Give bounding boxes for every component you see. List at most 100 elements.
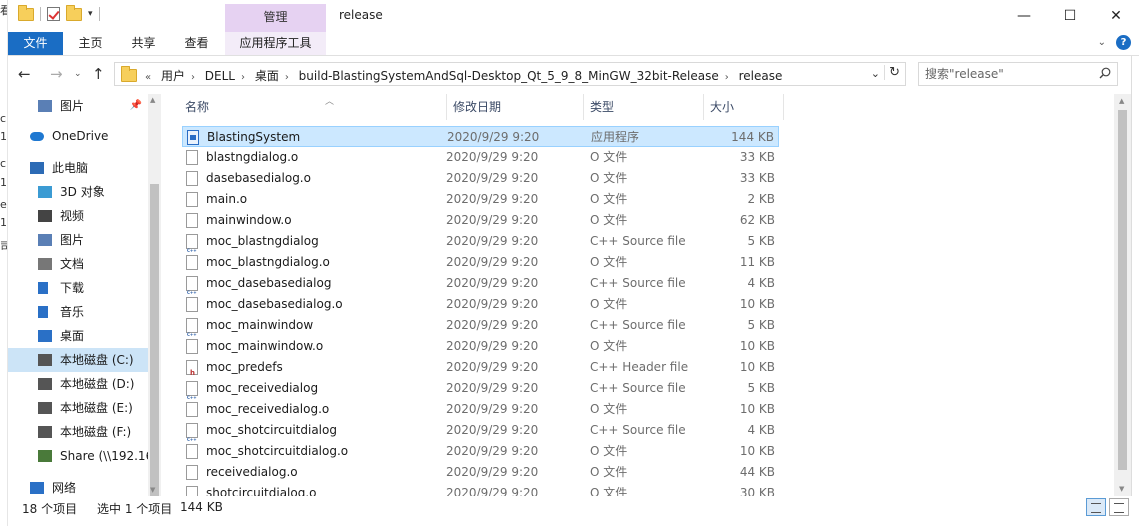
- file-type: O 文件: [590, 255, 628, 269]
- sidebar-item-label: OneDrive: [52, 129, 109, 143]
- sidebar-item[interactable]: 本地磁盘 (E:): [8, 396, 148, 420]
- tab-file[interactable]: 文件: [8, 32, 63, 55]
- file-row[interactable]: receivedialog.o 2020/9/29 9:20 O 文件 44 KB: [182, 462, 779, 483]
- minimize-button[interactable]: —: [1001, 0, 1047, 32]
- sidebar-item[interactable]: 本地磁盘 (C:): [8, 348, 148, 372]
- breadcrumb-desktop[interactable]: 桌面: [255, 69, 279, 83]
- sidebar-item[interactable]: 本地磁盘 (F:): [8, 420, 148, 444]
- breadcrumb-build-folder[interactable]: build-BlastingSystemAndSql-Desktop_Qt_5_…: [299, 69, 719, 83]
- expand-ribbon-icon[interactable]: ⌄: [1098, 37, 1106, 48]
- file-row[interactable]: moc_blastngdialog.o 2020/9/29 9:20 O 文件 11 …: [182, 252, 779, 273]
- file-type: O 文件: [590, 444, 628, 458]
- new-folder-icon[interactable]: [66, 4, 82, 21]
- sidebar-item[interactable]: 此电脑: [8, 156, 148, 180]
- sidebar-item-label: 本地磁盘 (E:): [60, 401, 133, 415]
- close-button[interactable]: ✕: [1093, 0, 1139, 32]
- file-row[interactable]: main.o 2020/9/29 9:20 O 文件 2 KB: [182, 189, 779, 210]
- file-row[interactable]: moc_predefs 2020/9/29 9:20 C++ Header file…: [182, 357, 779, 384]
- file-type: O 文件: [590, 192, 628, 206]
- sidebar-item[interactable]: Share (\\192.16: [8, 444, 148, 468]
- header-file-icon: [186, 360, 198, 384]
- ribbon-right-controls: ⌄ ?: [1098, 35, 1131, 50]
- sidebar-item[interactable]: 网络: [8, 476, 148, 496]
- file-row[interactable]: moc_shotcircuitdialog 2020/9/29 9:20 C++ S…: [182, 420, 779, 450]
- tab-application-tools[interactable]: 应用程序工具: [225, 32, 326, 55]
- folder-icon[interactable]: [18, 4, 34, 21]
- chevron-right-icon[interactable]: ›: [241, 72, 245, 83]
- column-header-date[interactable]: 修改日期: [446, 94, 586, 120]
- sidebar-item[interactable]: 图片: [8, 228, 148, 252]
- forward-arrow-icon[interactable]: →: [50, 65, 63, 83]
- file-name: main.o: [206, 192, 248, 206]
- sidebar-item[interactable]: 本地磁盘 (D:): [8, 372, 148, 396]
- maximize-button[interactable]: ☐: [1047, 0, 1093, 32]
- quick-access-toolbar: ▾: [18, 4, 100, 21]
- file-list: ︿ 名称 修改日期 类型 大小 BlastingSystem 2020/9/29 …: [161, 94, 1114, 496]
- file-row[interactable]: shotcircuitdialog.o 2020/9/29 9:20 O 文件 30 …: [182, 483, 779, 496]
- large-icons-view-icon[interactable]: [1109, 498, 1129, 516]
- file-size: 10 KB: [739, 402, 775, 416]
- file-row[interactable]: moc_blastngdialog 2020/9/29 9:20 C++ Sourc…: [182, 231, 779, 261]
- up-arrow-icon[interactable]: ↑: [92, 65, 105, 83]
- sidebar-item[interactable]: 音乐: [8, 300, 148, 324]
- file-row[interactable]: moc_shotcircuitdialog.o 2020/9/29 9:20 O 文…: [182, 441, 779, 462]
- column-header-size[interactable]: 大小: [703, 94, 783, 120]
- file-list-scrollbar[interactable]: ▲ ▼: [1114, 94, 1131, 496]
- navigation-scrollbar[interactable]: ▲ ▼: [148, 94, 161, 496]
- file-row[interactable]: moc_mainwindow 2020/9/29 9:20 C++ Source f…: [182, 315, 779, 345]
- file-row[interactable]: mainwindow.o 2020/9/29 9:20 O 文件 62 KB: [182, 210, 779, 231]
- breadcrumb-release[interactable]: release: [739, 69, 783, 83]
- sidebar-item[interactable]: OneDrive: [8, 124, 148, 148]
- scroll-down-icon[interactable]: ▼: [150, 486, 155, 494]
- tab-manage[interactable]: 管理: [225, 4, 326, 32]
- sidebar-item[interactable]: 视频: [8, 204, 148, 228]
- refresh-icon[interactable]: ↻: [884, 65, 900, 80]
- search-icon[interactable]: [1099, 67, 1111, 79]
- search-input[interactable]: [925, 64, 1095, 84]
- search-box: [918, 62, 1118, 86]
- chevron-right-icon[interactable]: ›: [191, 72, 195, 83]
- breadcrumb-overflow[interactable]: «: [145, 72, 151, 83]
- pin-icon[interactable]: 📌: [130, 94, 142, 118]
- cpp-file-icon: [186, 318, 198, 345]
- scrollbar-thumb[interactable]: [150, 184, 159, 496]
- back-arrow-icon[interactable]: ←: [18, 65, 31, 83]
- chevron-right-icon[interactable]: ›: [725, 72, 729, 83]
- tab-home[interactable]: 主页: [68, 32, 113, 55]
- scroll-down-icon[interactable]: ▼: [1119, 485, 1124, 493]
- column-header-name[interactable]: ︿ 名称: [185, 94, 441, 120]
- column-header-type[interactable]: 类型: [583, 94, 703, 120]
- address-bar[interactable]: « 用户 › DELL › 桌面 › build-BlastingSystemAndS…: [114, 62, 906, 86]
- file-row[interactable]: moc_receivedialog 2020/9/29 9:20 C++ Sourc…: [182, 378, 779, 408]
- help-icon[interactable]: ?: [1116, 35, 1131, 50]
- tab-share[interactable]: 共享: [121, 32, 166, 55]
- file-row[interactable]: moc_receivedialog.o 2020/9/29 9:20 O 文件 10 …: [182, 399, 779, 420]
- chevron-right-icon[interactable]: ›: [285, 72, 289, 83]
- scroll-up-icon[interactable]: ▲: [150, 96, 155, 104]
- recent-locations-icon[interactable]: ⌄: [74, 69, 82, 79]
- breadcrumb-dell[interactable]: DELL: [205, 69, 235, 83]
- file-row[interactable]: moc_dasebasedialog 2020/9/29 9:20 C++ Sour…: [182, 273, 779, 303]
- sidebar-item[interactable]: 3D 对象: [8, 180, 148, 204]
- ribbon-tabs: 文件 主页 共享 查看 应用程序工具 ⌄ ?: [8, 32, 1139, 56]
- tab-view[interactable]: 查看: [174, 32, 219, 55]
- properties-icon[interactable]: [47, 7, 60, 21]
- address-history-icon[interactable]: ⌄: [871, 67, 880, 80]
- file-row[interactable]: moc_dasebasedialog.o 2020/9/29 9:20 O 文件 10…: [182, 294, 779, 315]
- customize-toolbar-icon[interactable]: ▾: [88, 9, 93, 19]
- file-row[interactable]: blastngdialog.o 2020/9/29 9:20 O 文件 33 KB: [182, 147, 779, 168]
- file-row[interactable]: moc_mainwindow.o 2020/9/29 9:20 O 文件 10 KB: [182, 336, 779, 357]
- scrollbar-thumb[interactable]: [1118, 110, 1127, 470]
- sidebar-item[interactable]: 图片 📌: [8, 94, 148, 118]
- sidebar-item[interactable]: 文档: [8, 252, 148, 276]
- scroll-up-icon[interactable]: ▲: [1119, 97, 1124, 105]
- file-size: 5 KB: [747, 234, 775, 248]
- file-type: O 文件: [590, 297, 628, 311]
- sidebar-item[interactable]: 下载: [8, 276, 148, 300]
- breadcrumb-users[interactable]: 用户: [161, 69, 185, 83]
- file-name: moc_receivedialog.o: [206, 402, 330, 416]
- sidebar-item[interactable]: 桌面: [8, 324, 148, 348]
- file-row[interactable]: dasebasedialog.o 2020/9/29 9:20 O 文件 33 KB: [182, 168, 779, 189]
- file-row[interactable]: BlastingSystem 2020/9/29 9:20 应用程序 144 KB: [182, 126, 779, 147]
- details-view-icon[interactable]: [1086, 498, 1106, 516]
